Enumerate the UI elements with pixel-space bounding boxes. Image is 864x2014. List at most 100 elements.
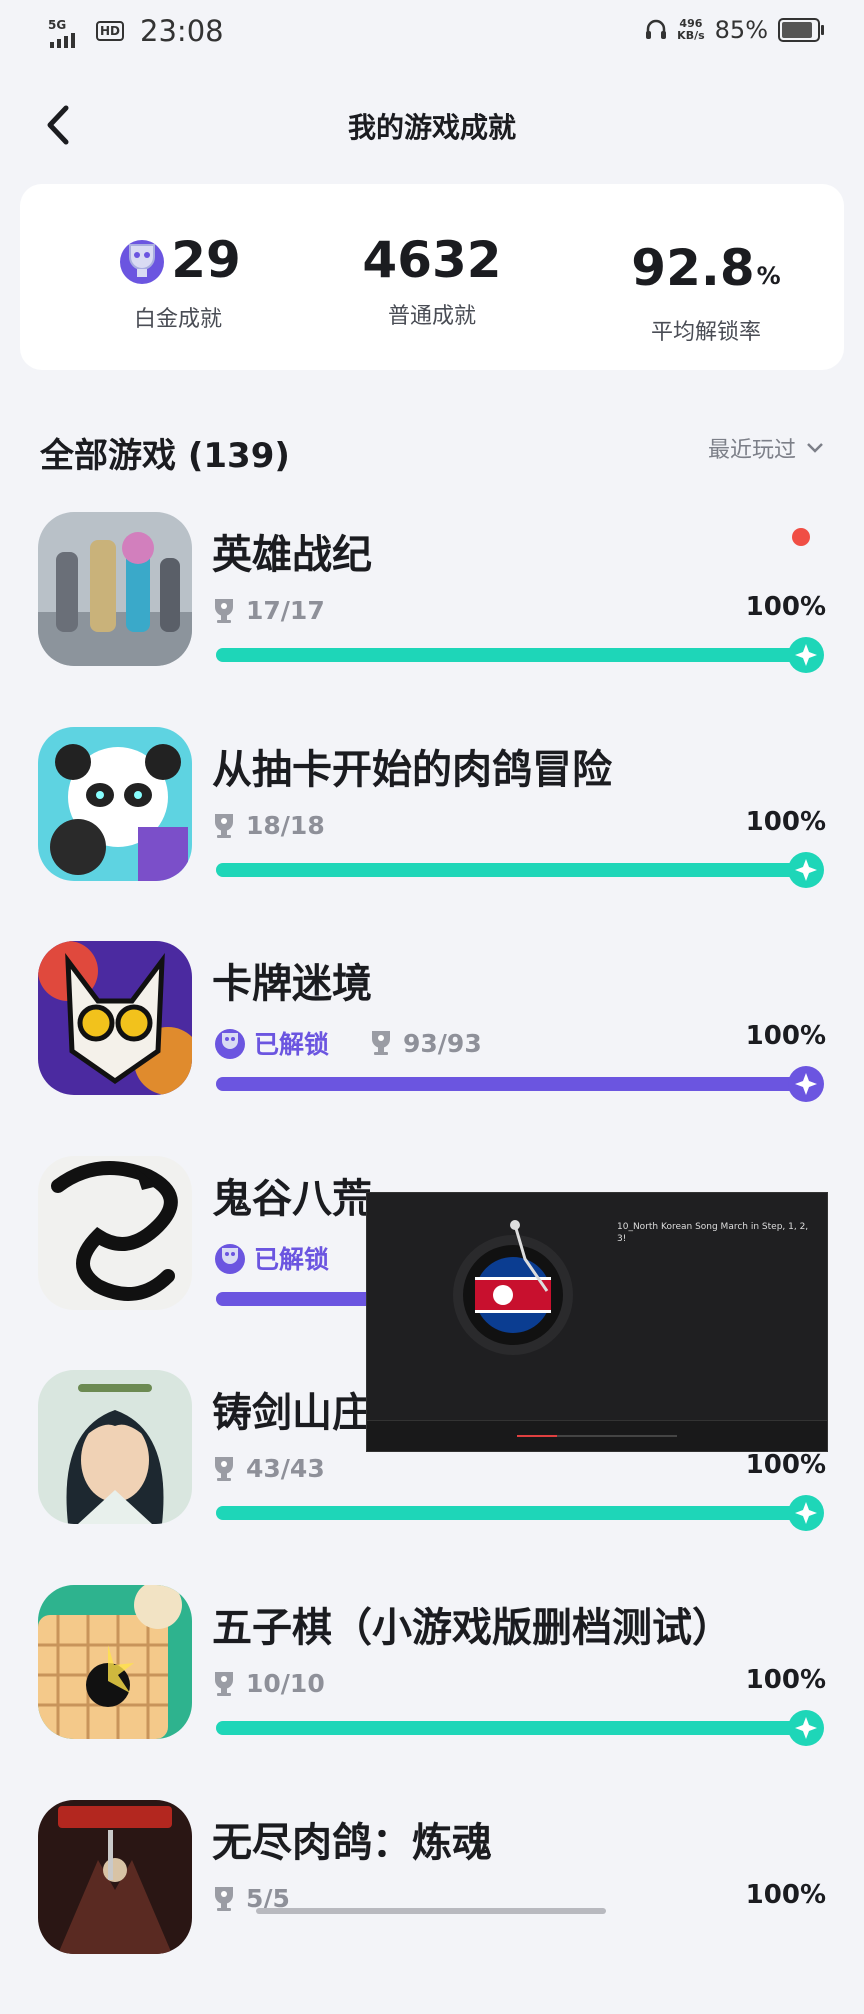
song-title: 10_North Korean Song March in Step, 1, 2… [617,1222,809,1244]
badge-row: 10/10 [212,1669,325,1698]
battery-percent: 85% [714,16,768,44]
progress-knob-icon [788,637,824,673]
progress-knob-icon [788,1710,824,1746]
battery-icon [778,18,824,42]
badge-row: 18/18 [212,811,325,840]
unlock-rate-unit: % [756,262,781,290]
completion-percent: 100% [745,592,826,622]
game-name: 英雄战纪 [212,532,372,578]
all-games-title: 全部游戏 (139) [40,436,290,476]
badge-row: 43/43 [212,1454,325,1483]
unlocked-label: 已解锁 [254,1245,330,1274]
floating-video-window[interactable]: 10_North Korean Song March in Step, 1, 2… [366,1192,828,1452]
trophy-icon [215,598,233,623]
progress-bar [216,852,824,888]
network-type: 5G [48,18,67,32]
game-name: 无尽肉鸽：炼魂 [212,1820,492,1866]
trophy-icon [215,1456,233,1481]
sort-dropdown[interactable]: 最近玩过 [708,432,824,464]
progress-fill [216,1077,806,1091]
game-icon [38,512,192,666]
normal-stat: 4632 普通成就 [302,232,562,330]
hd-icon: HD [96,21,125,41]
trophy-count: 93/93 [369,1029,482,1058]
trophy-count-text: 93/93 [403,1028,482,1058]
trophy-count: 17/17 [212,596,325,625]
trophy-icon [215,1671,233,1696]
game-icon [38,1585,192,1739]
completion-percent: 100% [745,1450,826,1480]
trophy-count-text: 17/17 [246,596,325,625]
game-icon [38,941,192,1095]
achievement-summary-card: 29 白金成就 4632 普通成就 92.8% 平均解锁率 [20,184,844,370]
game-icon [38,1800,192,1954]
trophy-icon [215,1886,233,1911]
progress-bar [216,637,824,673]
trophy-icon [215,813,233,838]
progress-fill [216,1721,806,1735]
normal-count: 4632 [362,231,502,289]
game-icon [38,1370,192,1524]
game-item[interactable]: 英雄战纪 17/17 100% [0,512,864,726]
platinum-trophy-icon [120,240,165,284]
trophy-count: 18/18 [212,811,325,840]
game-item[interactable]: 卡牌迷境 已解锁 93/93 100% [0,941,864,1155]
progress-bar [216,1495,824,1531]
network-speed: 496 KB/s [677,17,705,42]
sort-label: 最近玩过 [707,438,796,463]
completion-percent: 100% [745,807,826,837]
progress-fill [216,1506,806,1520]
platinum-unlocked-badge: 已解锁 [212,1025,329,1061]
tonearm-icon [510,1220,549,1292]
rate-stat: 92.8% 平均解锁率 [576,232,836,346]
headphones-icon [646,19,667,39]
page-title: 我的游戏成就 [347,111,516,144]
clock: 23:08 [140,14,224,48]
progress-bar [216,1066,824,1102]
game-name: 五子棋（小游戏版删档测试） [212,1605,732,1651]
player-controls[interactable] [367,1420,827,1451]
completion-percent: 100% [745,1880,826,1910]
progress-knob-icon [788,1495,824,1531]
trophy-count-text: 18/18 [246,811,325,840]
game-item[interactable]: 从抽卡开始的肉鸽冒险 18/18 100% [0,727,864,941]
status-bar: 5G HD 23:08 496 KB/s 85% [0,0,864,66]
game-icon [38,727,192,881]
trophy-count: 43/43 [212,1454,325,1483]
platinum-trophy-icon [215,1244,245,1274]
new-indicator-dot [792,528,810,546]
game-item[interactable]: 五子棋（小游戏版删档测试） 10/10 100% [0,1585,864,1799]
unlock-rate-label: 平均解锁率 [650,320,761,345]
progress-fill [216,863,806,877]
trophy-count: 10/10 [212,1669,325,1698]
platinum-label: 白金成就 [133,307,222,332]
platinum-trophy-icon [215,1029,245,1059]
game-icon [38,1156,192,1310]
progress-knob-icon [788,852,824,888]
trophy-icon [372,1031,391,1055]
progress-fill [216,648,806,662]
game-item[interactable]: 无尽肉鸽：炼魂 5/5 100% [0,1800,864,2014]
normal-label: 普通成就 [387,304,476,329]
trophy-count-text: 10/10 [246,1669,325,1698]
progress-bar [216,1710,824,1746]
home-indicator[interactable] [256,1908,606,1914]
chevron-down-icon [807,443,823,453]
platinum-stat: 29 白金成就 [48,232,308,333]
badge-row: 已解锁 [212,1240,329,1276]
unlocked-label: 已解锁 [254,1030,330,1059]
game-name: 从抽卡开始的肉鸽冒险 [212,747,612,793]
signal-icon: 5G [48,14,88,48]
badge-row: 17/17 [212,596,325,625]
game-name: 铸剑山庄 [212,1390,372,1436]
platinum-count: 29 [171,231,241,289]
badge-row: 已解锁 93/93 [212,1025,482,1061]
game-name: 鬼谷八荒 [212,1176,372,1222]
game-name: 卡牌迷境 [212,961,372,1007]
progress-knob-icon [788,1066,824,1102]
trophy-count-text: 43/43 [246,1454,325,1483]
platinum-unlocked-badge: 已解锁 [212,1240,329,1276]
unlock-rate-value: 92.8 [631,239,755,297]
completion-percent: 100% [745,1665,826,1695]
header: 我的游戏成就 [0,86,864,166]
